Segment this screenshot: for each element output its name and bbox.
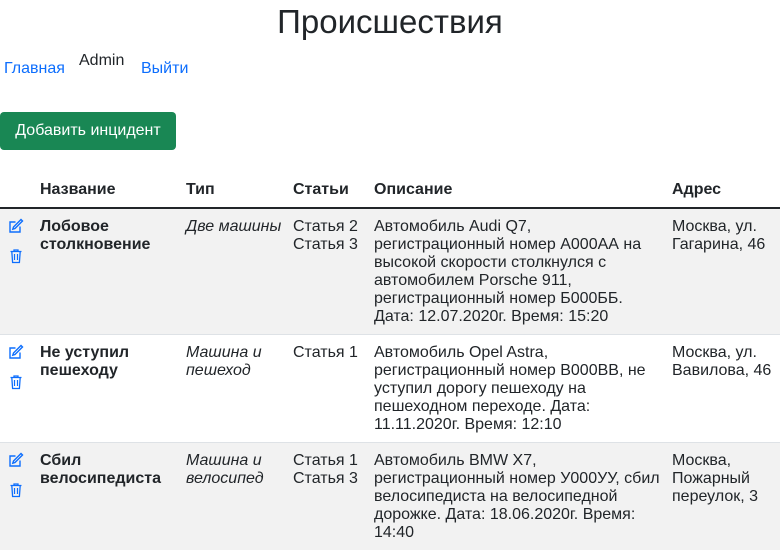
article-item: Статья 1 bbox=[293, 344, 366, 362]
edit-icon[interactable] bbox=[8, 452, 24, 468]
nav-logout-link[interactable]: Выйти bbox=[141, 59, 188, 79]
row-actions bbox=[0, 443, 36, 550]
cell-address: Москва, ул. Вавилова, 46 bbox=[668, 335, 780, 443]
article-item: Статья 3 bbox=[293, 236, 366, 254]
header-type: Тип bbox=[182, 173, 289, 208]
header-name: Название bbox=[36, 173, 182, 208]
add-incident-button[interactable]: Добавить инцидент bbox=[0, 112, 176, 150]
article-item: Статья 2 bbox=[293, 218, 366, 236]
page-title: Происшествия bbox=[0, 2, 780, 42]
row-actions bbox=[0, 208, 36, 335]
edit-icon[interactable] bbox=[8, 218, 24, 234]
cell-articles: Статья 1 bbox=[289, 335, 370, 443]
table-row: Лобовое столкновение Две машины Статья 2… bbox=[0, 208, 780, 335]
article-item: Статья 3 bbox=[293, 470, 366, 488]
cell-type: Машина и пешеход bbox=[182, 335, 289, 443]
header-actions bbox=[0, 173, 36, 208]
header-articles: Статьи bbox=[289, 173, 370, 208]
cell-address: Москва, ул. Гагарина, 46 bbox=[668, 208, 780, 335]
cell-description: Автомобиль Opel Astra, регистрационный н… bbox=[370, 335, 668, 443]
article-item: Статья 1 bbox=[293, 452, 366, 470]
cell-address: Москва, Пожарный переулок, 3 bbox=[668, 443, 780, 550]
row-actions bbox=[0, 335, 36, 443]
edit-icon[interactable] bbox=[8, 344, 24, 360]
cell-type: Две машины bbox=[182, 208, 289, 335]
trash-icon[interactable] bbox=[8, 248, 24, 264]
trash-icon[interactable] bbox=[8, 374, 24, 390]
cell-description: Автомобиль BMW X7, регистрационный номер… bbox=[370, 443, 668, 550]
incidents-table: Название Тип Статьи Описание Адрес Лобов… bbox=[0, 173, 780, 550]
cell-type: Машина и велосипед bbox=[182, 443, 289, 550]
cell-articles: Статья 1 Статья 3 bbox=[289, 443, 370, 550]
cell-name: Сбил велосипедиста bbox=[36, 443, 182, 550]
trash-icon[interactable] bbox=[8, 482, 24, 498]
nav-username: Admin bbox=[79, 51, 124, 71]
nav-home-link[interactable]: Главная bbox=[4, 59, 65, 79]
table-row: Сбил велосипедиста Машина и велосипед Ст… bbox=[0, 443, 780, 550]
cell-name: Не уступил пешеходу bbox=[36, 335, 182, 443]
header-description: Описание bbox=[370, 173, 668, 208]
cell-name: Лобовое столкновение bbox=[36, 208, 182, 335]
table-row: Не уступил пешеходу Машина и пешеход Ста… bbox=[0, 335, 780, 443]
table-header-row: Название Тип Статьи Описание Адрес bbox=[0, 173, 780, 208]
cell-description: Автомобиль Audi Q7, регистрационный номе… bbox=[370, 208, 668, 335]
cell-articles: Статья 2 Статья 3 bbox=[289, 208, 370, 335]
header-address: Адрес bbox=[668, 173, 780, 208]
